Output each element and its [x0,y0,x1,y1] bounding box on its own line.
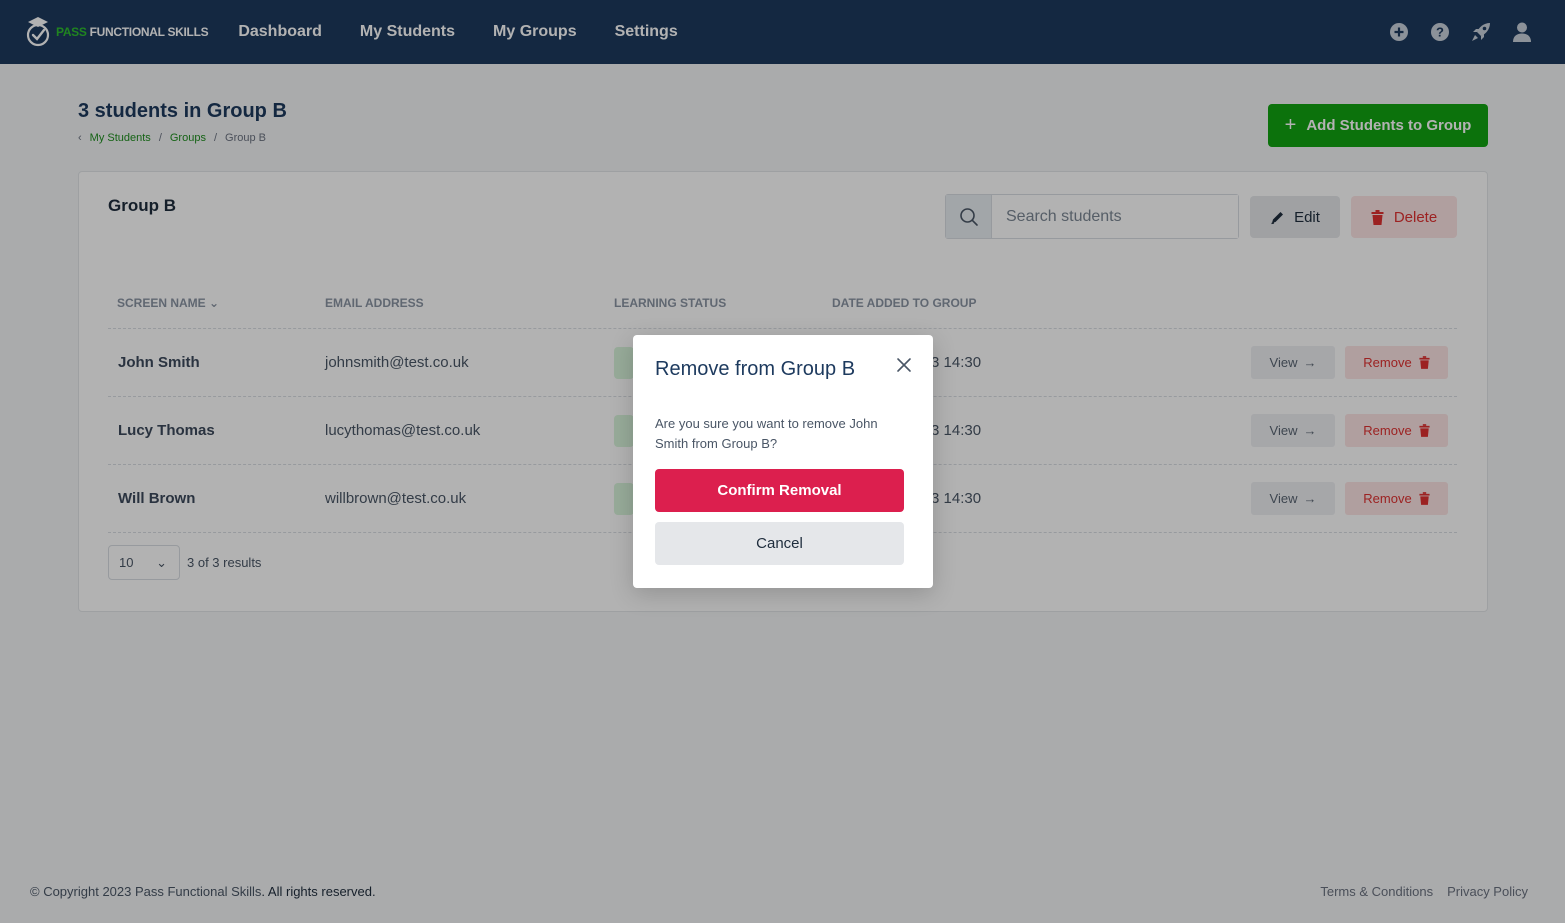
cancel-button[interactable]: Cancel [655,522,904,565]
modal-message: Are you sure you want to remove John Smi… [655,416,878,451]
remove-modal: Remove from Group B Are you sure you wan… [633,335,933,588]
close-icon[interactable] [895,356,913,374]
modal-title: Remove from Group B [655,358,856,380]
confirm-removal-button[interactable]: Confirm Removal [655,469,904,512]
